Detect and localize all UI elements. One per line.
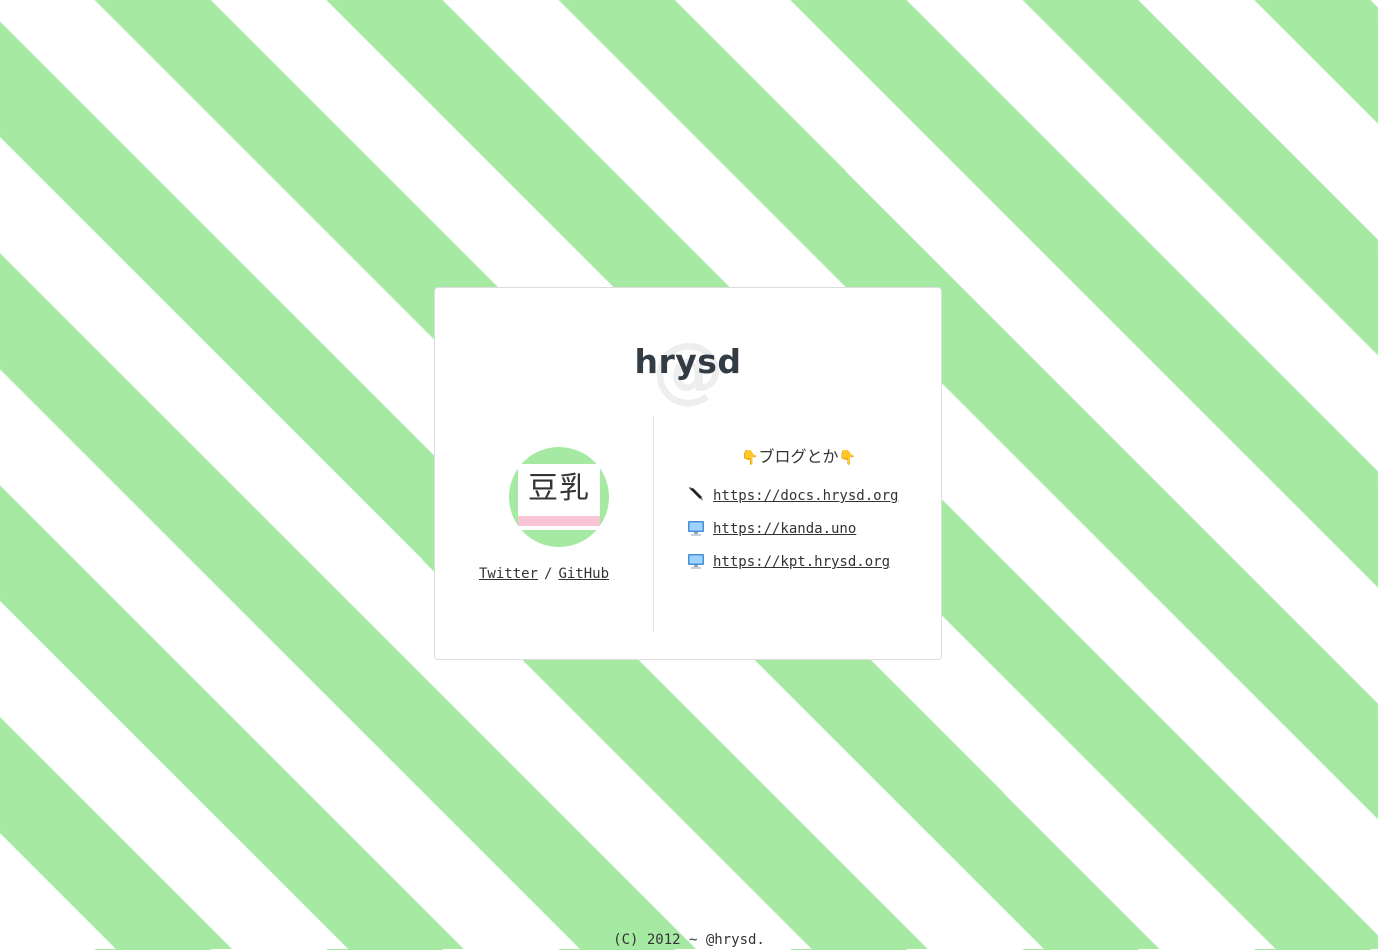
blog-column: 👇ブログとか👇 https://docs.hrysd.org https://k… [654, 416, 943, 632]
twitter-link[interactable]: Twitter [479, 566, 538, 582]
social-links: Twitter / GitHub [435, 564, 653, 584]
blog-link-docs[interactable]: https://docs.hrysd.org [713, 486, 898, 506]
social-separator: / [544, 566, 553, 582]
list-item: https://docs.hrysd.org [687, 486, 898, 519]
pointing-down-icon: 👇 [741, 450, 759, 466]
profile-card: @ hrysd 豆乳 Twitter / GitHub 👇ブログとか👇 http… [434, 287, 942, 660]
pointing-down-icon: 👇 [838, 450, 856, 466]
avatar-label-box: 豆乳 [518, 464, 600, 530]
github-link[interactable]: GitHub [558, 566, 609, 582]
title-area: @ hrysd [435, 333, 941, 405]
computer-icon [688, 521, 704, 536]
avatar: 豆乳 [509, 447, 609, 547]
pen-icon [689, 487, 703, 501]
blog-heading: 👇ブログとか👇 [654, 446, 943, 469]
list-item: https://kanda.uno [687, 519, 898, 552]
blog-link-list: https://docs.hrysd.org https://kanda.uno [687, 486, 898, 585]
avatar-text: 豆乳 [528, 471, 590, 506]
blog-heading-text: ブログとか [758, 447, 839, 466]
list-item: https://kpt.hrysd.org [687, 552, 898, 585]
blog-link-kpt[interactable]: https://kpt.hrysd.org [713, 552, 890, 572]
profile-column: 豆乳 Twitter / GitHub [435, 416, 653, 632]
footer-copyright: (C) 2012 ~ @hrysd. [613, 932, 765, 948]
page-title: hrysd [634, 342, 742, 381]
blog-link-kanda[interactable]: https://kanda.uno [713, 519, 856, 539]
avatar-pink-bar [518, 516, 600, 526]
computer-icon [688, 554, 704, 569]
